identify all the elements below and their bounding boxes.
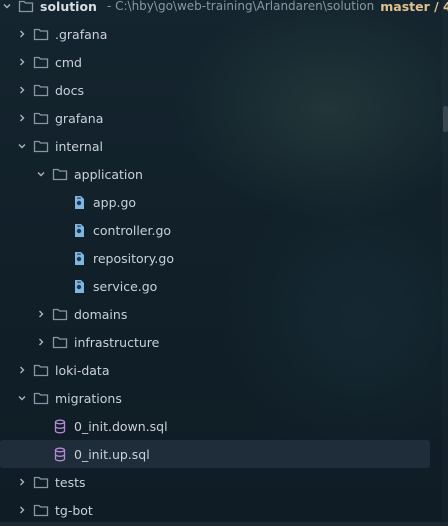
chevron-right-icon[interactable] — [15, 475, 29, 489]
chevron-right-icon[interactable] — [15, 55, 29, 69]
tree-folder-row[interactable]: internal — [0, 132, 430, 160]
tree-item-label: domains — [74, 306, 128, 322]
project-tree: solution - C:\hby\go\web-training\Arland… — [0, 0, 448, 524]
tree-folder-row[interactable]: migrations — [0, 384, 430, 412]
folder-icon — [33, 82, 49, 98]
tree-folder-row[interactable]: infrastructure — [0, 328, 430, 356]
tree-folder-row[interactable]: tg-bot — [0, 496, 430, 524]
folder-icon — [33, 502, 49, 518]
folder-icon — [33, 26, 49, 42]
tree-folder-row[interactable]: application — [0, 160, 430, 188]
folder-icon — [18, 0, 34, 14]
folder-icon — [33, 362, 49, 378]
chevron-right-icon[interactable] — [15, 363, 29, 377]
tree-item-label: service.go — [93, 278, 158, 294]
chevron-right-icon[interactable] — [15, 503, 29, 517]
chevron-down-icon[interactable] — [0, 0, 14, 13]
go-file-icon — [71, 250, 87, 266]
tree-folder-row[interactable]: tests — [0, 468, 430, 496]
folder-icon — [33, 54, 49, 70]
tree-item-label: tg-bot — [55, 502, 93, 518]
tree-item-label: grafana — [55, 110, 104, 126]
tree-file-row[interactable]: app.go — [0, 188, 430, 216]
chevron-down-icon[interactable] — [34, 167, 48, 181]
tree-item-label: cmd — [55, 54, 82, 70]
folder-icon — [33, 390, 49, 406]
tree-item-label: 0_init.down.sql — [74, 418, 168, 434]
go-file-icon — [71, 222, 87, 238]
tree-folder-row[interactable]: domains — [0, 300, 430, 328]
database-file-icon — [52, 446, 68, 462]
root-folder-path: - C:\hby\go\web-training\Arlandaren\solu… — [106, 0, 375, 13]
folder-icon — [33, 110, 49, 126]
tree-file-row[interactable]: service.go — [0, 272, 430, 300]
go-file-icon — [71, 278, 87, 294]
tree-item-label: application — [74, 166, 143, 182]
git-branch-status: master / 4 Δ — [380, 0, 448, 14]
tree-item-label: tests — [55, 474, 86, 490]
chevron-right-icon[interactable] — [34, 335, 48, 349]
folder-icon — [33, 138, 49, 154]
tree-root-row[interactable]: solution - C:\hby\go\web-training\Arland… — [0, 0, 448, 20]
panel-bottom-border — [0, 522, 448, 526]
tree-item-label: internal — [55, 138, 103, 154]
tree-file-row[interactable]: 0_init.down.sql — [0, 412, 430, 440]
scrollbar-thumb[interactable] — [443, 106, 448, 132]
tree-item-label: loki-data — [55, 362, 110, 378]
chevron-down-icon[interactable] — [15, 391, 29, 405]
tree-file-row[interactable]: controller.go — [0, 216, 430, 244]
vertical-scrollbar[interactable] — [442, 0, 448, 526]
tree-folder-row[interactable]: cmd — [0, 48, 430, 76]
tree-file-row[interactable]: repository.go — [0, 244, 430, 272]
root-folder-name: solution — [40, 0, 97, 14]
chevron-down-icon[interactable] — [15, 139, 29, 153]
project-tree-panel: solution - C:\hby\go\web-training\Arland… — [0, 0, 448, 526]
database-file-icon — [52, 418, 68, 434]
chevron-right-icon[interactable] — [15, 27, 29, 41]
chevron-right-icon[interactable] — [15, 83, 29, 97]
tree-folder-row[interactable]: loki-data — [0, 356, 430, 384]
tree-folder-row[interactable]: grafana — [0, 104, 430, 132]
tree-item-label: docs — [55, 82, 84, 98]
tree-folder-row[interactable]: docs — [0, 76, 430, 104]
go-file-icon — [71, 194, 87, 210]
folder-icon — [52, 334, 68, 350]
tree-item-label: repository.go — [93, 250, 174, 266]
tree-folder-row[interactable]: .grafana — [0, 20, 430, 48]
chevron-right-icon[interactable] — [15, 111, 29, 125]
tree-item-label: app.go — [93, 194, 137, 210]
tree-item-label: 0_init.up.sql — [74, 446, 150, 462]
tree-item-label: infrastructure — [74, 334, 160, 350]
tree-item-label: .grafana — [55, 26, 108, 42]
tree-item-label: migrations — [55, 390, 122, 406]
folder-icon — [52, 166, 68, 182]
tree-file-row[interactable]: 0_init.up.sql — [0, 440, 430, 468]
tree-item-label: controller.go — [93, 222, 172, 238]
folder-icon — [33, 474, 49, 490]
chevron-right-icon[interactable] — [34, 307, 48, 321]
folder-icon — [52, 306, 68, 322]
